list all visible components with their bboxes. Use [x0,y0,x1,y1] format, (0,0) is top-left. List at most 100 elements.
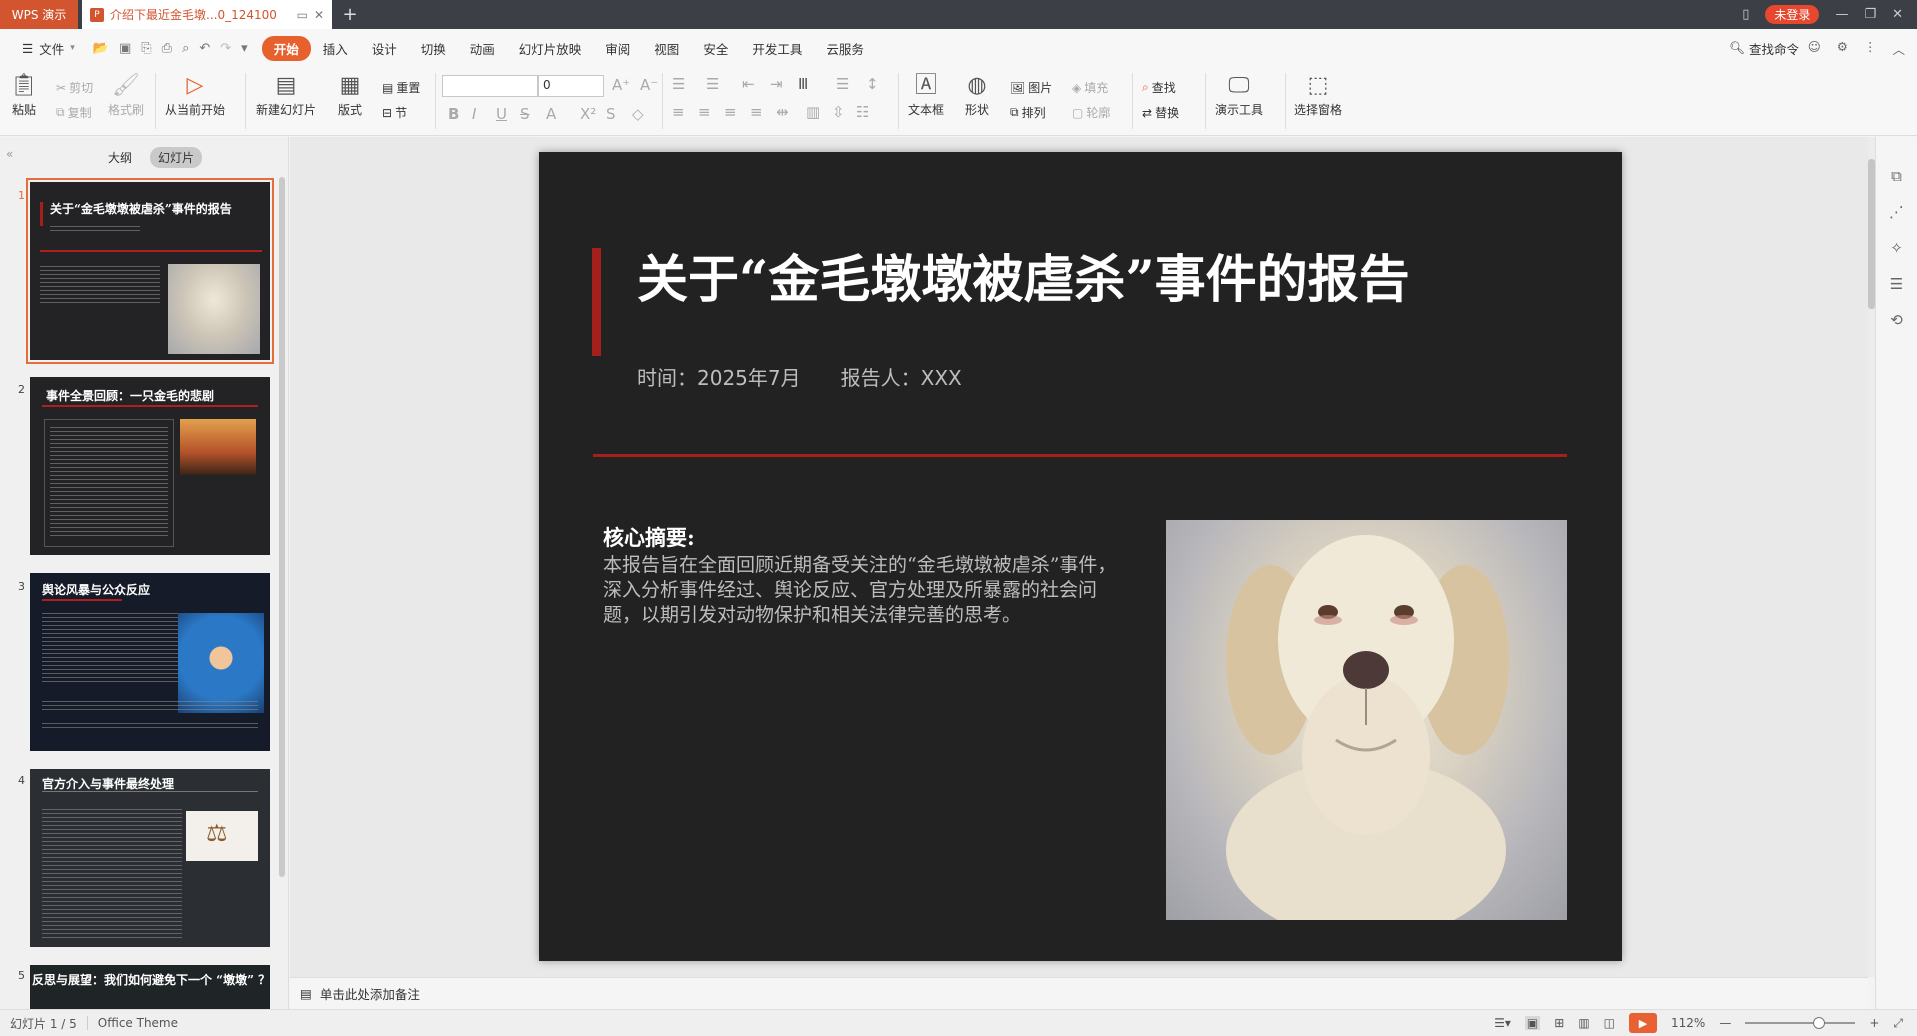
tab-close-icon[interactable]: ✕ [314,8,324,22]
fit-window-icon[interactable]: ⤢ [1893,1016,1903,1031]
bold-icon[interactable]: B [448,105,459,123]
align-right-icon[interactable]: ≡ [724,103,737,121]
feedback-icon[interactable]: ☺ [1808,39,1821,58]
superscript-icon[interactable]: X² [580,105,596,123]
shape-button[interactable]: ◍ 形状 [965,73,989,118]
tab-security[interactable]: 安全 [691,39,740,58]
slide-sorter-icon[interactable]: ⊞ [1554,1016,1564,1030]
fill-button[interactable]: ◈ 填充 [1072,79,1108,96]
command-search[interactable]: 🔍︎ 查找命令 [1729,39,1799,58]
text-direction-icon[interactable]: Ⅲ [798,75,808,93]
file-menu[interactable]: ☰ 文件 ▾ [10,39,93,58]
tab-cloud[interactable]: 云服务 [814,39,876,58]
align-center-icon[interactable]: ≡ [698,103,711,121]
share-icon[interactable]: ⋰ [1889,203,1904,221]
find-button[interactable]: ⌕ 查找 [1142,79,1176,96]
print-icon[interactable]: ⎙ [162,41,172,56]
customize-icon[interactable]: ▾ [241,41,248,56]
tab-restore-icon[interactable]: ▭ [297,8,308,22]
presentation-tools-button[interactable]: 🖵 演示工具 [1215,73,1263,118]
new-tab-button[interactable]: + [332,0,368,29]
zoom-out-icon[interactable]: — [1719,1016,1731,1030]
tab-outline[interactable]: 大纲 [100,147,140,168]
document-tab[interactable]: P 介绍下最近金毛墩...0_124100 ▭ ✕ [82,0,332,29]
undo-icon[interactable]: ↶ [199,41,210,56]
adjust-sliders-icon[interactable]: ☰ [1890,275,1903,293]
slide-thumbnail-1[interactable]: 关于“金毛墩墩被虐杀”事件的报告 [26,178,274,364]
restore-icon[interactable]: ❐ [1864,7,1876,22]
tab-transitions[interactable]: 切换 [409,39,458,58]
history-icon[interactable]: ⟲ [1890,311,1903,329]
settings-gear-icon[interactable]: ⚙ [1837,39,1848,58]
scrollbar-thumb[interactable] [1868,159,1875,309]
presenter-view-icon[interactable]: ◫ [1604,1016,1615,1030]
print-preview-icon[interactable]: ⌕ [182,41,189,56]
current-slide[interactable]: 关于“金毛墩墩被虐杀”事件的报告 时间：2025年7月 报告人：XXX 核心摘要… [539,152,1622,961]
increase-indent-icon[interactable]: ⇥ [770,75,783,93]
pin-icon[interactable]: ✧ [1890,239,1903,257]
tab-developer[interactable]: 开发工具 [740,39,814,58]
notes-toggle-icon[interactable]: ☰▾ [1494,1016,1511,1030]
object-properties-icon[interactable]: ⧉ [1891,167,1902,185]
justify-icon[interactable]: ≡ [750,103,763,121]
increase-font-icon[interactable]: A⁺ [612,76,630,94]
slide-title[interactable]: 关于“金毛墩墩被虐杀”事件的报告 [637,238,1410,312]
columns-icon[interactable]: ▥ [806,103,820,121]
bullet-list-icon[interactable]: ☰ [672,75,685,93]
tab-view[interactable]: 视图 [642,39,691,58]
reset-button[interactable]: ▤ 重置 [382,79,420,96]
clear-format-icon[interactable]: ◇ [632,105,644,123]
vertical-align-icon[interactable]: ⇳ [832,103,845,121]
golden-retriever-image[interactable] [1166,520,1567,940]
textbox-button[interactable]: 🄰 文本框 [908,73,944,118]
underline-icon[interactable]: U [496,105,507,123]
zoom-level[interactable]: 112% [1671,1016,1705,1030]
play-from-current-button[interactable]: ▷ 从当前开始 [165,73,225,118]
zoom-slider-knob[interactable] [1813,1017,1826,1029]
slide-thumbnail-2[interactable]: 事件全景回顾：一只金毛的悲剧 [30,377,270,555]
reading-view-icon[interactable]: ▥ [1578,1016,1589,1030]
tab-home[interactable]: 开始 [261,35,311,61]
layout-button[interactable]: ▦ 版式 [338,73,362,118]
close-window-icon[interactable]: ✕ [1892,7,1903,22]
picture-button[interactable]: 🖼︎ 图片 [1010,79,1052,96]
tab-insert[interactable]: 插入 [311,39,360,58]
slide-divider-line[interactable] [593,454,1567,457]
new-slide-button[interactable]: ▤ 新建幻灯片 [256,73,316,118]
more-icon[interactable]: ⋮ [1864,39,1877,58]
tab-design[interactable]: 设计 [360,39,409,58]
line-spacing-icon[interactable]: ☰ [836,75,849,93]
italic-icon[interactable]: I [472,105,476,123]
normal-view-icon[interactable]: ▣ [1524,1016,1541,1030]
cut-button[interactable]: ✂ 剪切 [56,79,93,96]
copy-button[interactable]: ⧉ 复制 [56,104,92,121]
font-size-select[interactable]: 0 [538,75,604,97]
decrease-indent-icon[interactable]: ⇤ [742,75,755,93]
strikethrough-icon[interactable]: S [520,105,530,123]
font-color-icon[interactable]: A [546,105,556,123]
arrange-button[interactable]: ⧉ 排列 [1010,104,1046,121]
zoom-slider[interactable] [1745,1017,1856,1029]
app-tab[interactable]: WPS 演示 [0,0,78,29]
open-folder-icon[interactable]: 📂 [93,41,109,56]
format-painter-button[interactable]: 🖌︎ 格式刷 [108,73,144,118]
login-button[interactable]: 未登录 [1765,5,1820,24]
zoom-in-icon[interactable]: + [1869,1016,1879,1030]
tab-slideshow[interactable]: 幻灯片放映 [507,39,594,58]
outline-button[interactable]: ▢ 轮廓 [1072,104,1110,121]
font-name-select[interactable] [442,75,538,97]
slide-thumbnail-5[interactable]: 反思与展望：我们如何避免下一个 “墩墩” ？ [30,965,270,1009]
canvas-scrollbar[interactable] [1868,137,1875,977]
summary-heading[interactable]: 核心摘要: [603,522,695,552]
save-icon[interactable]: ▣ [119,41,131,56]
layout-icon[interactable]: ▯ [1742,7,1749,22]
replace-button[interactable]: ⇄ 替换 [1142,104,1179,121]
tab-review[interactable]: 审阅 [593,39,642,58]
decrease-font-icon[interactable]: A⁻ [640,76,658,94]
play-slideshow-button[interactable]: ▶ [1629,1013,1658,1033]
align-left-icon[interactable]: ≡ [672,103,685,121]
distribute-icon[interactable]: ⇹ [776,103,789,121]
tab-animations[interactable]: 动画 [458,39,507,58]
text-shadow-icon[interactable]: S [606,105,616,123]
smartart-icon[interactable]: ☷ [856,103,869,121]
